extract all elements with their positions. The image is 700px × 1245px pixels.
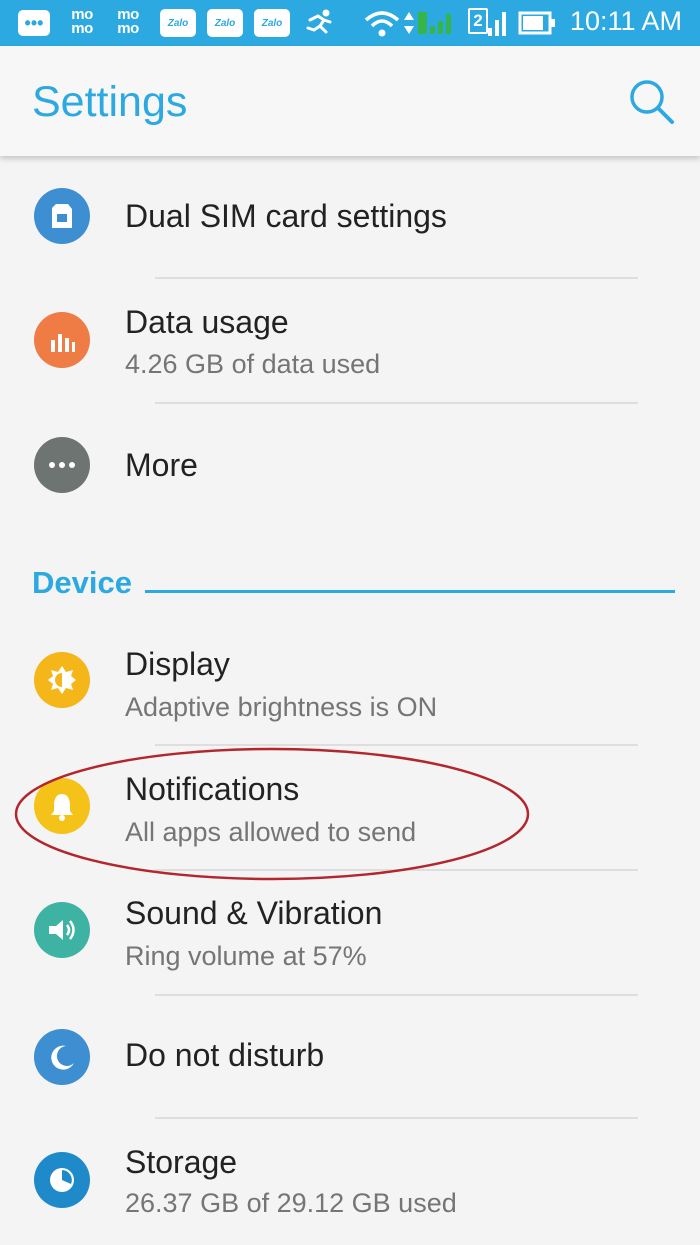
speaker-icon xyxy=(34,902,90,958)
app-bar: Settings xyxy=(0,46,700,156)
settings-item-display[interactable]: Display Adaptive brightness is ON xyxy=(0,620,700,745)
settings-item-more[interactable]: More xyxy=(0,405,700,530)
sim2-number: 2 xyxy=(468,8,488,34)
search-icon[interactable] xyxy=(626,76,678,128)
zalo-icon: Zalo xyxy=(254,9,290,37)
item-subtitle: 4.26 GB of data used xyxy=(125,349,381,379)
runner-icon xyxy=(306,9,332,34)
bell-icon xyxy=(34,778,90,834)
moon-icon xyxy=(34,1029,90,1085)
settings-item-notifications[interactable]: Notifications All apps allowed to send xyxy=(0,746,700,871)
settings-item-dual-sim[interactable]: Dual SIM card settings xyxy=(0,156,700,281)
sim1-signal-icon xyxy=(418,12,451,34)
momo-icon: mo mo xyxy=(117,6,139,37)
section-header-device: Device xyxy=(32,565,132,600)
divider xyxy=(155,277,638,279)
momo-icon: mo mo xyxy=(71,6,93,37)
status-bar: ••• mo mo mo mo Zalo Zalo Zalo 2 10:11 A… xyxy=(0,0,700,46)
wifi-icon xyxy=(364,11,400,37)
item-title: More xyxy=(125,447,198,483)
settings-item-data-usage[interactable]: Data usage 4.26 GB of data used xyxy=(0,280,700,405)
brightness-icon xyxy=(34,652,90,708)
storage-clock-icon xyxy=(34,1152,90,1208)
item-subtitle: Ring volume at 57% xyxy=(125,941,367,971)
item-title: Storage xyxy=(125,1144,238,1180)
bar-chart-icon xyxy=(34,312,90,368)
item-title: Sound & Vibration xyxy=(125,895,383,931)
section-divider xyxy=(145,590,675,593)
divider xyxy=(155,994,638,996)
chat-icon: ••• xyxy=(18,10,50,36)
more-dots-icon xyxy=(34,437,90,493)
settings-item-sound-vibration[interactable]: Sound & Vibration Ring volume at 57% xyxy=(0,870,700,995)
item-title: Data usage xyxy=(125,304,289,340)
status-time: 10:11 AM xyxy=(569,6,682,36)
item-title: Dual SIM card settings xyxy=(125,198,447,234)
zalo-icon: Zalo xyxy=(160,9,196,37)
item-subtitle: 26.37 GB of 29.12 GB used xyxy=(125,1188,457,1218)
item-title: Do not disturb xyxy=(125,1037,325,1073)
item-title: Notifications xyxy=(125,771,300,807)
sim-card-icon xyxy=(34,188,90,244)
sim2-signal-icon: 2 xyxy=(468,8,508,38)
page-title: Settings xyxy=(32,78,188,126)
item-title: Display xyxy=(125,646,230,682)
item-subtitle: All apps allowed to send xyxy=(125,817,417,847)
divider xyxy=(155,1117,638,1119)
item-subtitle: Adaptive brightness is ON xyxy=(125,692,438,722)
battery-icon xyxy=(518,11,555,35)
settings-item-storage[interactable]: Storage 26.37 GB of 29.12 GB used xyxy=(0,1120,700,1245)
data-arrows-icon xyxy=(404,12,414,34)
zalo-icon: Zalo xyxy=(207,9,243,37)
divider xyxy=(155,402,638,404)
settings-item-do-not-disturb[interactable]: Do not disturb xyxy=(0,997,700,1117)
